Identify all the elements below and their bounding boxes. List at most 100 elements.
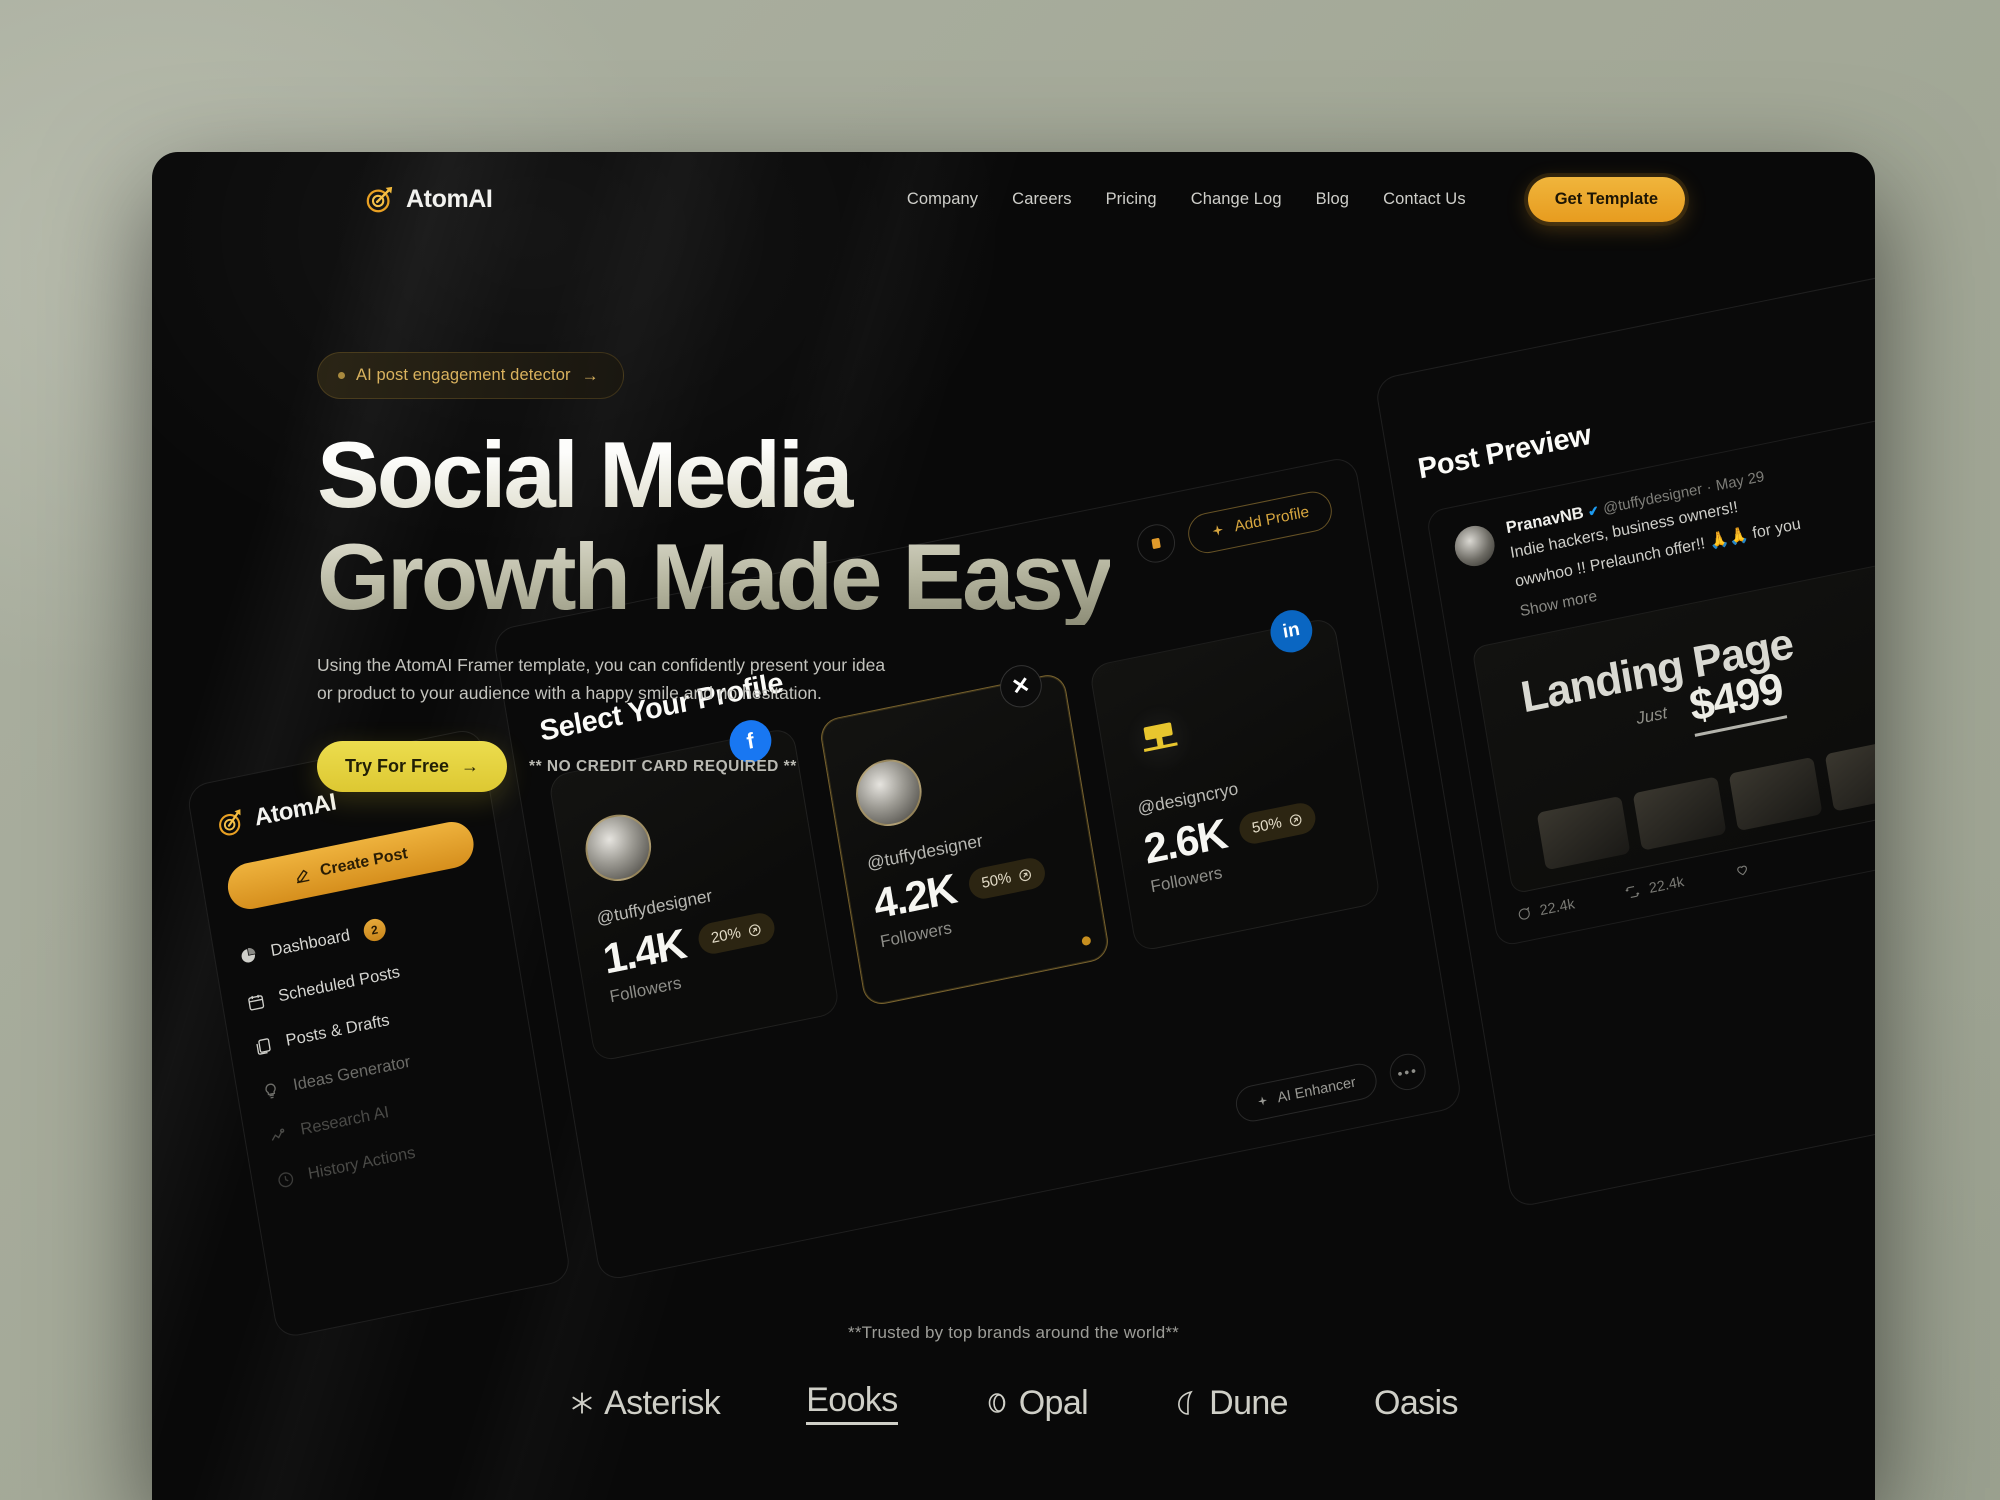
nav-link-blog[interactable]: Blog <box>1316 190 1349 209</box>
lightbulb-icon <box>261 1080 282 1101</box>
growth-badge: 50% <box>1236 800 1318 847</box>
history-icon <box>275 1169 296 1190</box>
pie-chart-icon <box>238 945 259 966</box>
brand-logo-label: Opal <box>1018 1383 1089 1422</box>
headline-line-2: Growth Made Easy <box>317 523 1113 629</box>
top-navigation: AtomAI Company Careers Pricing Change Lo… <box>152 152 1875 247</box>
calendar-icon <box>246 991 267 1012</box>
verified-badge-icon: ✔ <box>1586 502 1601 520</box>
brand-logo-oasis: Oasis <box>1374 1383 1459 1423</box>
trend-up-icon <box>1017 866 1033 883</box>
documents-icon <box>253 1035 274 1056</box>
arrow-right-icon: → <box>581 366 599 385</box>
growth-badge: 20% <box>695 910 777 957</box>
retweet-action[interactable]: 22.4k <box>1624 874 1685 902</box>
hero-subcopy-line-2: or product to your audience with a happy… <box>317 683 822 704</box>
brand-logo-label: Oasis <box>1374 1383 1459 1422</box>
like-action[interactable] <box>1734 859 1760 879</box>
brand-name: AtomAI <box>406 185 493 213</box>
try-for-free-label: Try For Free <box>345 756 450 777</box>
sidebar-label-ideas-generator: Ideas Generator <box>291 1052 412 1095</box>
create-post-label: Create Post <box>318 845 409 880</box>
sidebar-label-posts-drafts: Posts & Drafts <box>284 1011 391 1050</box>
retweet-icon <box>1624 883 1641 901</box>
brand-logo-label: Asterisk <box>604 1383 721 1422</box>
try-for-free-button[interactable]: Try For Free → <box>317 741 508 793</box>
badge-dot-icon <box>338 372 345 379</box>
filter-icon[interactable] <box>1134 520 1179 566</box>
leaf-icon <box>1174 1389 1200 1417</box>
nav-link-company[interactable]: Company <box>907 190 978 209</box>
comment-count: 22.4k <box>1538 895 1576 919</box>
add-profile-label: Add Profile <box>1233 503 1311 536</box>
sidebar-label-research-ai: Research AI <box>299 1102 391 1139</box>
nav-link-contact-us[interactable]: Contact Us <box>1383 190 1466 209</box>
sparkle-icon <box>1256 1094 1270 1108</box>
nav-link-change-log[interactable]: Change Log <box>1191 190 1282 209</box>
get-template-button[interactable]: Get Template <box>1527 177 1685 222</box>
create-post-button[interactable]: Create Post <box>224 817 478 914</box>
target-dart-icon <box>215 807 247 840</box>
no-credit-card-note: ** NO CREDIT CARD REQUIRED ** <box>529 757 797 775</box>
asterisk-icon <box>569 1390 595 1416</box>
growth-percent: 20% <box>709 924 743 947</box>
follower-count: 2.6K <box>1140 809 1230 873</box>
trusted-by-title: **Trusted by top brands around the world… <box>848 1323 1179 1342</box>
nav-link-careers[interactable]: Careers <box>1012 190 1071 209</box>
comment-icon <box>1515 905 1532 923</box>
thumbnail <box>1536 795 1631 870</box>
hero-badge[interactable]: AI post engagement detector → <box>317 352 624 399</box>
chart-icon <box>268 1124 289 1145</box>
brand-logo-label: Eooks <box>806 1381 898 1425</box>
brand-logo-label: Dune <box>1209 1383 1288 1422</box>
page-title: Social Media Growth Made Easy <box>317 427 1113 629</box>
comment-action[interactable]: 22.4k <box>1515 896 1576 924</box>
target-dart-icon <box>365 185 395 215</box>
ai-enhancer-button[interactable]: AI Enhancer <box>1233 1060 1380 1125</box>
avatar <box>1121 698 1198 777</box>
ai-enhancer-label: AI Enhancer <box>1276 1074 1358 1107</box>
follower-count: 4.2K <box>870 864 959 928</box>
site-panel: AtomAI Company Careers Pricing Change Lo… <box>152 152 1875 1500</box>
arrow-right-icon: → <box>461 756 480 777</box>
trend-up-icon <box>746 922 762 939</box>
brand-logo-opal: Opal <box>984 1383 1089 1423</box>
mock-brand-name: AtomAI <box>252 788 339 832</box>
growth-percent: 50% <box>1250 814 1284 837</box>
compose-icon <box>293 865 312 885</box>
trend-up-icon <box>1287 811 1303 828</box>
headline-line-1: Social Media <box>317 427 1110 523</box>
post-date: · <box>1705 478 1713 497</box>
brand-logo[interactable]: AtomAI <box>365 185 493 215</box>
sidebar-label-history-actions: History Actions <box>306 1143 417 1184</box>
hero-actions: Try For Free → ** NO CREDIT CARD REQUIRE… <box>317 741 1110 793</box>
mock-sidebar: AtomAI Create Post Dashboard 2 Scheduled… <box>185 727 573 1340</box>
more-options-button[interactable]: ••• <box>1387 1050 1429 1094</box>
brand-logo-dune: Dune <box>1174 1383 1289 1423</box>
retweet-count: 22.4k <box>1647 873 1686 897</box>
profile-board-footer: AI Enhancer ••• <box>621 1050 1429 1250</box>
brand-logo-asterisk: Asterisk <box>569 1383 721 1423</box>
profile-card[interactable]: in @designcryo 2.6K 50% Followers <box>1088 606 1382 953</box>
thumbnail <box>1824 736 1875 812</box>
hero-section: AI post engagement detector → Social Med… <box>317 352 1113 793</box>
brand-logo-row: Asterisk Eooks Opal Dune Oasis <box>152 1381 1875 1425</box>
hero-subcopy: Using the AtomAI Framer template, you ca… <box>317 651 957 708</box>
nav-link-pricing[interactable]: Pricing <box>1106 190 1157 209</box>
page-stage: AtomAI Company Careers Pricing Change Lo… <box>0 0 2000 1500</box>
trusted-by-section: **Trusted by top brands around the world… <box>152 1323 1875 1425</box>
thumbnail <box>1632 775 1727 851</box>
growth-badge: 50% <box>966 855 1048 902</box>
like-icon <box>1734 861 1751 879</box>
thumbnail <box>1728 756 1823 831</box>
sidebar-label-scheduled-posts: Scheduled Posts <box>276 962 402 1006</box>
nav-links: Company Careers Pricing Change Log Blog … <box>907 177 1875 222</box>
sparkle-plus-icon <box>1210 523 1226 540</box>
follower-count: 1.4K <box>599 919 689 983</box>
hero-subcopy-line-1: Using the AtomAI Framer template, you ca… <box>317 654 886 675</box>
post-image-just: Just <box>1634 702 1669 728</box>
sidebar-label-dashboard: Dashboard <box>269 925 352 960</box>
add-profile-button[interactable]: Add Profile <box>1185 488 1335 557</box>
avatar <box>580 808 657 887</box>
linkedin-icon: in <box>1267 606 1316 657</box>
